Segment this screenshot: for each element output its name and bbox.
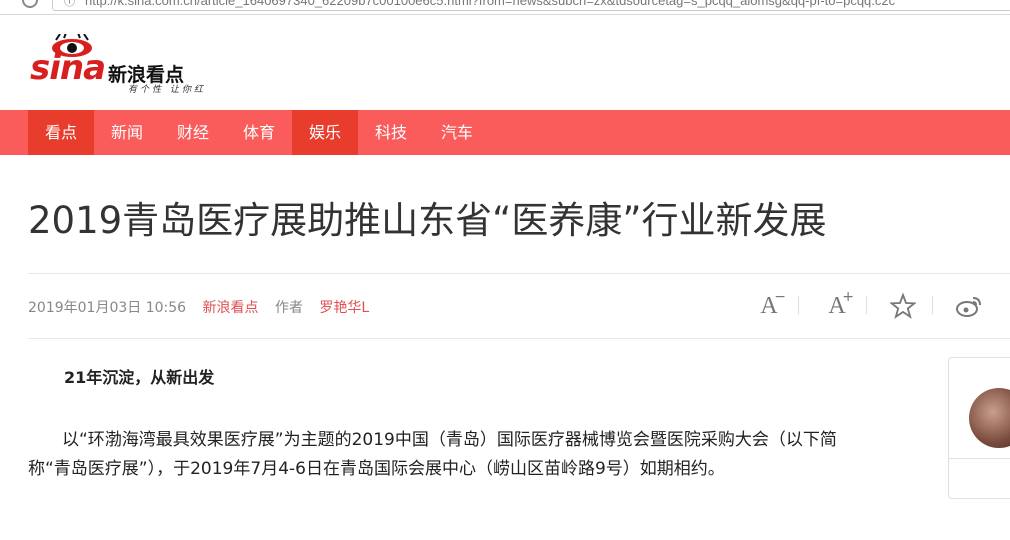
nav-item-auto[interactable]: 汽车	[424, 110, 490, 155]
source-link[interactable]: 新浪看点	[203, 300, 259, 316]
author-label: 作者	[274, 300, 303, 316]
main-nav: 看点 新闻 财经 体育 娱乐 科技 汽车	[0, 110, 1010, 155]
share-weibo-button[interactable]	[954, 291, 984, 321]
star-icon	[888, 292, 918, 319]
tool-separator	[798, 296, 799, 314]
favorite-button[interactable]	[888, 291, 918, 321]
weibo-icon	[956, 297, 981, 317]
divider	[28, 273, 1010, 274]
nav-item-news[interactable]: 新闻	[94, 110, 160, 155]
minus-icon: −	[774, 289, 786, 305]
plus-icon: +	[842, 289, 854, 305]
author-link[interactable]: 罗艳华L	[319, 300, 369, 316]
logo-wordmark: sina	[30, 48, 106, 88]
publish-datetime: 2019年01月03日 10:56	[28, 300, 187, 316]
article-paragraph: 以“环渤海湾最具效果医疗展”为主题的2019中国（青岛）国际医疗器械博览会暨医院…	[28, 430, 837, 479]
url-text[interactable]: http://k.sina.com.cn/article_1640697340_…	[85, 0, 895, 8]
author-avatar[interactable]	[969, 388, 1010, 448]
tool-separator	[866, 296, 867, 314]
nav-item-entertainment[interactable]: 娱乐	[292, 110, 358, 155]
nav-item-tech[interactable]: 科技	[358, 110, 424, 155]
refresh-icon[interactable]	[22, 0, 38, 8]
article-lead: 21年沉淀，从新出发	[64, 368, 215, 387]
font-smaller-button[interactable]: A −	[754, 289, 786, 321]
nav-item-finance[interactable]: 财经	[160, 110, 226, 155]
nav-item-sports[interactable]: 体育	[226, 110, 292, 155]
font-larger-button[interactable]: A +	[822, 289, 854, 321]
page-info-icon[interactable]: ⓘ	[64, 0, 75, 9]
tool-separator	[932, 296, 933, 314]
divider	[28, 338, 1010, 339]
nav-item-kandian[interactable]: 看点	[28, 110, 94, 155]
logo-slogan: 有个性 让你红	[128, 85, 206, 95]
author-side-card[interactable]	[948, 357, 1010, 499]
divider	[949, 458, 1010, 459]
article-title: 2019青岛医疗展助推山东省“医养康”行业新发展	[28, 199, 827, 242]
article-meta: 2019年01月03日 10:56 新浪看点 作者 罗艳华L	[28, 297, 381, 317]
browser-address-bar: ⓘ http://k.sina.com.cn/article_164069734…	[0, 0, 1010, 15]
site-logo[interactable]: sina 新浪看点 有个性 让你红	[28, 34, 228, 96]
